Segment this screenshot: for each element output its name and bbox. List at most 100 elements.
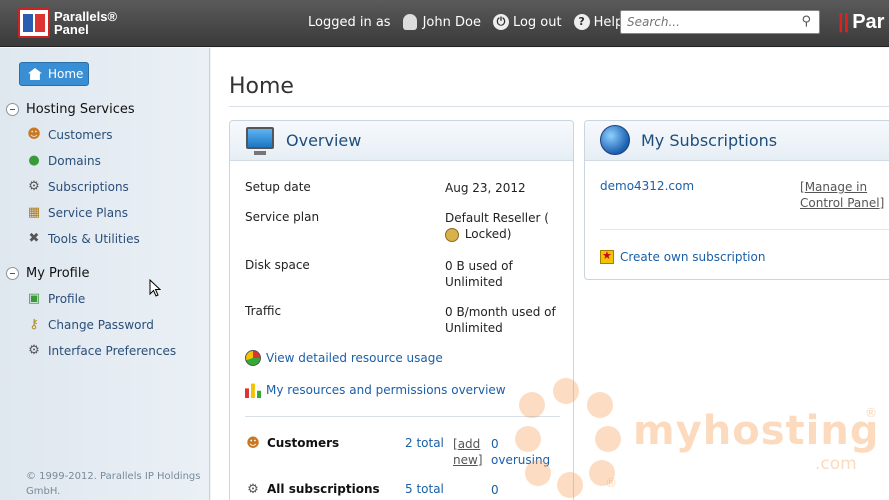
- customers-total-link[interactable]: 2 total: [405, 436, 444, 450]
- service-plan-label: Service plan: [245, 210, 320, 224]
- parallels-logo[interactable]: Parallels® Panel: [18, 8, 117, 38]
- setup-date-value: Aug 23, 2012: [445, 181, 526, 195]
- sidebar-item-label: Service Plans: [48, 206, 128, 220]
- setup-date-label: Setup date: [245, 180, 311, 194]
- home-icon: [28, 68, 42, 80]
- overview-divider: [245, 416, 560, 417]
- main-content: Home Overview Setup date Aug 23, 2012 Se…: [211, 48, 889, 500]
- resource-usage-link[interactable]: View detailed resource usage: [245, 350, 443, 366]
- help-link[interactable]: Help: [594, 15, 624, 30]
- top-nav: Logged in as John Doe ⏻ Log out ? Help: [308, 14, 623, 30]
- sidebar-item-label: Subscriptions: [48, 180, 129, 194]
- permissions-overview-link-text[interactable]: My resources and permissions overview: [266, 383, 506, 397]
- user-icon: [402, 14, 417, 30]
- disk-space-label: Disk space: [245, 258, 310, 272]
- manage-line2[interactable]: Control Panel: [800, 196, 880, 210]
- add-link-text[interactable]: add: [458, 437, 481, 451]
- domains-icon: ●: [28, 153, 40, 168]
- add-bracket-close: ]: [477, 453, 483, 467]
- sidebar-item-interface-preferences[interactable]: ⚙ Interface Preferences: [26, 343, 176, 359]
- subscriptions-total-link[interactable]: 5 total: [405, 482, 444, 496]
- preferences-icon: ⚙: [28, 343, 40, 358]
- brand-right-text: Par: [852, 11, 885, 33]
- overview-title: Overview: [286, 131, 362, 150]
- permissions-overview-link[interactable]: My resources and permissions overview: [245, 382, 506, 398]
- sidebar-item-change-password[interactable]: ⚷ Change Password: [26, 317, 154, 333]
- mouse-cursor-icon: [149, 279, 161, 297]
- home-button-label: Home: [48, 67, 84, 81]
- tools-icon: ✖: [28, 231, 40, 246]
- subscriptions-panel: My Subscriptions demo4312.com [Manage in…: [584, 120, 889, 280]
- subscriptions-overusing-count[interactable]: 0: [491, 482, 499, 498]
- sidebar-item-label: Domains: [48, 154, 101, 168]
- create-subscription-text[interactable]: Create own subscription: [620, 250, 765, 264]
- subscriptions-title: My Subscriptions: [641, 131, 778, 150]
- logged-in-label: Logged in as: [308, 14, 391, 30]
- section-my-profile[interactable]: My Profile: [6, 266, 89, 281]
- logo-text: Parallels® Panel: [54, 10, 117, 36]
- service-plan-value: Default Reseller ( Locked): [445, 210, 565, 242]
- subscriptions-header: My Subscriptions: [585, 121, 889, 161]
- subscription-domain-link[interactable]: demo4312.com: [600, 179, 694, 193]
- create-subscription-link[interactable]: Create own subscription: [600, 249, 765, 264]
- manage-bracket-close: ]: [879, 196, 885, 210]
- section-hosting-services[interactable]: Hosting Services: [6, 102, 135, 117]
- user-name-link[interactable]: John Doe: [423, 15, 481, 30]
- disk-space-value: 0 B used of Unlimited: [445, 259, 513, 289]
- sidebar: Home Hosting Services ☻ Customers ● Doma…: [0, 48, 210, 500]
- bar-chart-icon: [245, 383, 261, 398]
- overusing-count[interactable]: 0: [491, 436, 550, 452]
- subscriptions-icon: ⚙: [28, 179, 40, 194]
- title-divider: [229, 106, 889, 107]
- lock-icon: [445, 227, 459, 242]
- logo-line2: Panel: [54, 22, 89, 37]
- customers-overusing[interactable]: 0 overusing: [491, 436, 550, 468]
- parallels-bars-icon: ||: [838, 11, 850, 33]
- customers-icon: ☻: [246, 436, 260, 451]
- monitor-icon: [246, 127, 274, 155]
- sidebar-item-domains[interactable]: ● Domains: [26, 153, 101, 169]
- sidebar-item-label: Change Password: [48, 318, 154, 332]
- search-input[interactable]: [627, 11, 795, 33]
- page-title: Home: [229, 74, 294, 99]
- search-icon[interactable]: ⚲: [801, 14, 811, 29]
- create-subscription-icon: [600, 249, 614, 264]
- sidebar-item-tools-utilities[interactable]: ✖ Tools & Utilities: [26, 231, 140, 247]
- collapse-icon[interactable]: [6, 103, 19, 116]
- subscriptions-icon: ⚙: [247, 482, 259, 497]
- profile-icon: ▣: [27, 291, 41, 306]
- globe-icon: [600, 125, 630, 155]
- subscriptions-divider: [600, 229, 889, 230]
- key-icon: ⚷: [29, 317, 39, 332]
- sidebar-item-profile[interactable]: ▣ Profile: [26, 291, 85, 307]
- customers-icon: ☻: [27, 127, 41, 142]
- sidebar-item-label: Customers: [48, 128, 113, 142]
- overview-header: Overview: [230, 121, 573, 161]
- copyright: © 1999-2012. Parallels IP Holdings GmbH.: [26, 471, 201, 497]
- overview-panel: Overview Setup date Aug 23, 2012 Service…: [229, 120, 574, 500]
- manage-in-control-panel-link[interactable]: [Manage in Control Panel]: [800, 179, 884, 211]
- parallels-brand: || Par: [838, 11, 884, 34]
- sidebar-item-customers[interactable]: ☻ Customers: [26, 127, 113, 143]
- collapse-icon[interactable]: [6, 267, 19, 280]
- service-plan-status: Locked): [464, 227, 512, 241]
- add-new-customer-link[interactable]: [add new]: [453, 436, 483, 468]
- section-title: Hosting Services: [26, 102, 135, 117]
- all-subscriptions-label: All subscriptions: [267, 482, 380, 496]
- logout-link[interactable]: Log out: [513, 15, 562, 30]
- customers-stat-label: Customers: [267, 436, 340, 450]
- help-icon[interactable]: ?: [573, 14, 590, 30]
- sidebar-item-label: Tools & Utilities: [48, 232, 140, 246]
- resource-usage-link-text[interactable]: View detailed resource usage: [266, 351, 443, 365]
- section-title: My Profile: [26, 266, 90, 281]
- manage-line1[interactable]: Manage in: [805, 180, 867, 194]
- parallels-logo-icon: [18, 8, 50, 38]
- add-new-link-text[interactable]: new: [453, 453, 478, 467]
- sidebar-item-service-plans[interactable]: ▦ Service Plans: [26, 205, 128, 221]
- sidebar-item-subscriptions[interactable]: ⚙ Subscriptions: [26, 179, 129, 195]
- home-button[interactable]: Home: [19, 62, 89, 86]
- overusing-label[interactable]: overusing: [491, 452, 550, 468]
- traffic-label: Traffic: [245, 304, 282, 318]
- service-plan-name: Default Reseller (: [445, 211, 549, 225]
- logout-icon[interactable]: ⏻: [492, 14, 509, 30]
